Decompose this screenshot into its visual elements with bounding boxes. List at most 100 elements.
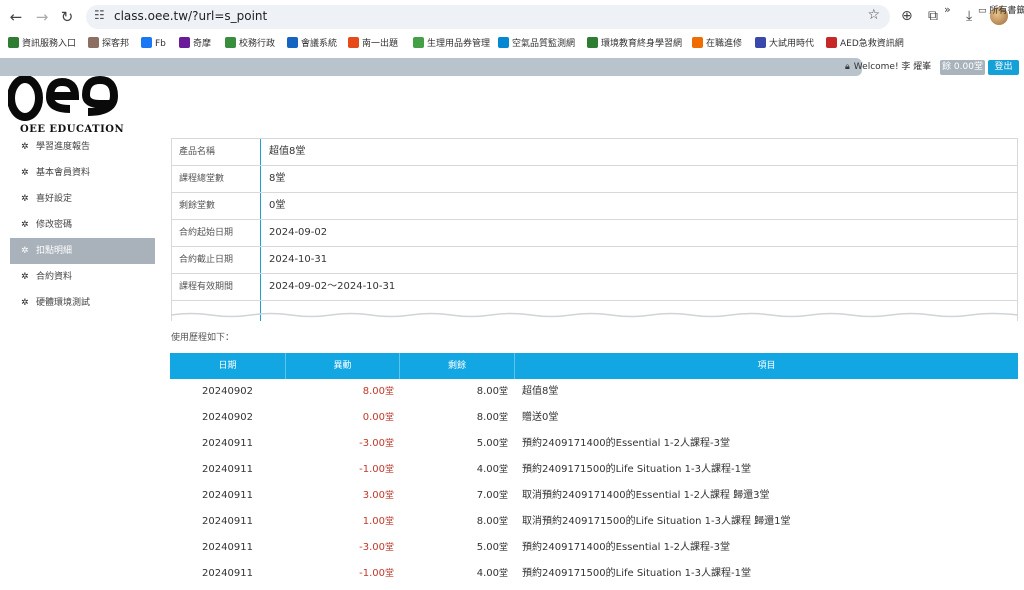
bookmark-label: 環境教育終身學習網	[601, 39, 683, 49]
cell-change-value: 8.00	[362, 386, 385, 397]
unit-label: 堂	[384, 465, 394, 475]
bookmark-item[interactable]: 校務行政	[225, 36, 275, 52]
info-key: 剩餘堂數	[172, 193, 261, 219]
site-settings-icon[interactable]: ☷	[94, 8, 105, 22]
cell-change: 0.00堂	[285, 405, 394, 431]
unit-label: 堂	[498, 543, 508, 553]
bullet-icon: ✲	[21, 168, 29, 178]
info-row: 課程有效期間 2024-09-02～2024-10-31	[171, 274, 1018, 301]
cell-item-value: 預約2409171400的Essential 1-2人課程-3堂	[522, 542, 730, 553]
sidebar-item[interactable]: ✲ 合約資料	[10, 264, 155, 290]
history-row: 20240911 -1.00堂 4.00堂 預約2409171500的Life Sit…	[170, 457, 1018, 483]
extension-icon[interactable]: ⊕	[901, 8, 913, 24]
bookmark-item[interactable]: 在職進修	[692, 36, 742, 52]
bookmark-star-icon[interactable]: ☆	[867, 7, 880, 23]
bookmark-favicon-icon	[498, 37, 509, 48]
address-bar[interactable]: ☷ class.oee.tw/?url=s_point ☆	[86, 5, 890, 29]
info-value: 2024-10-31	[269, 254, 328, 265]
cell-change: 1.00堂	[285, 509, 394, 535]
cell-balance: 8.00堂	[400, 509, 508, 535]
bookmark-item[interactable]: 空氣品質監測網	[498, 36, 575, 52]
unit-label: 堂	[384, 491, 394, 501]
col-header-balance[interactable]: 剩餘	[400, 353, 515, 379]
bookmark-item[interactable]: 南一出題	[348, 36, 398, 52]
cell-item-value: 贈送0堂	[522, 412, 559, 423]
cell-date-value: 20240911	[202, 516, 253, 527]
unit-label: 堂	[384, 387, 394, 397]
bookmark-favicon-icon	[179, 37, 190, 48]
sidebar-item-label: 扣點明細	[36, 246, 73, 256]
bullet-icon: ✲	[21, 142, 29, 152]
history-row: 20240911 -3.00堂 5.00堂 預約2409171400的Essentia…	[170, 535, 1018, 561]
bookmark-label: 校務行政	[239, 39, 276, 49]
cell-item-value: 超值8堂	[522, 386, 559, 397]
bookmark-item[interactable]: 環境教育終身學習網	[587, 36, 682, 52]
bookmark-label: 奇摩	[193, 39, 212, 49]
unit-label: 堂	[384, 543, 394, 553]
cell-change-value: -1.00	[359, 568, 385, 579]
cell-change-value: -3.00	[359, 542, 385, 553]
cell-balance-value: 5.00	[476, 438, 499, 449]
bookmark-item[interactable]: 探客邦	[88, 36, 129, 52]
cell-item: 超值8堂	[522, 379, 558, 405]
sidebar-item[interactable]: ✲ 扣點明細	[10, 238, 155, 264]
reload-icon[interactable]: ↻	[57, 7, 77, 27]
bookmark-label: 資訊服務入口	[22, 39, 77, 49]
unit-label: 堂	[384, 569, 394, 579]
bookmark-item[interactable]: 生理用品券管理	[413, 36, 490, 52]
cell-balance: 4.00堂	[400, 561, 508, 587]
history-row: 20240902 8.00堂 8.00堂 超值8堂	[170, 379, 1018, 405]
bookmark-item[interactable]: 奇摩	[179, 36, 211, 52]
info-value: 0堂	[269, 200, 286, 211]
forward-icon[interactable]: →	[32, 7, 52, 27]
cell-change: 8.00堂	[285, 379, 394, 405]
col-header-change[interactable]: 異動	[286, 353, 400, 379]
bookmark-label: 大試用時代	[769, 39, 815, 49]
cell-date: 20240911	[170, 535, 285, 561]
bookmark-item[interactable]: 大試用時代	[755, 36, 814, 52]
cell-item: 取消預約2409171500的Life Situation 1-3人課程 歸還1…	[522, 509, 791, 535]
sidebar-item-label: 喜好設定	[36, 194, 73, 204]
url-text[interactable]: class.oee.tw/?url=s_point	[114, 9, 267, 23]
logout-button[interactable]: 登出	[988, 60, 1019, 75]
sidebar-item[interactable]: ✲ 喜好設定	[10, 186, 155, 212]
all-bookmarks-label: 所有書籤	[989, 6, 1024, 16]
info-key: 合約截止日期	[172, 247, 261, 273]
bookmark-favicon-icon	[88, 37, 99, 48]
torn-edge	[171, 312, 1018, 318]
sidebar-item[interactable]: ✲ 修改密碼	[10, 212, 155, 238]
sidebar-item[interactable]: ✲ 硬體環境測試	[10, 290, 155, 316]
browser-toolbar: ← → ↻ ☷ class.oee.tw/?url=s_point ☆ ⊕ ⧉ …	[0, 0, 1024, 33]
unit-label: 堂	[498, 491, 508, 501]
cell-change-value: -1.00	[359, 464, 385, 475]
sidebar-item[interactable]: ✲ 基本會員資料	[10, 160, 155, 186]
bookmark-item[interactable]: 會議系統	[287, 36, 337, 52]
bookmark-favicon-icon	[692, 37, 703, 48]
col-header-date[interactable]: 日期	[170, 353, 286, 379]
all-bookmarks-folder[interactable]: ▭ 所有書籤	[978, 3, 1024, 19]
col-header-item[interactable]: 項目	[515, 353, 1018, 379]
cell-change: -3.00堂	[285, 535, 394, 561]
puzzle-icon[interactable]: ⧉	[928, 8, 938, 24]
unit-label: 堂	[498, 517, 508, 527]
bookmark-favicon-icon	[141, 37, 152, 48]
bookmarks-more-icon[interactable]: »	[944, 3, 951, 16]
cell-balance-value: 8.00	[476, 412, 499, 423]
cell-date-value: 20240911	[202, 568, 253, 579]
back-icon[interactable]: ←	[6, 7, 26, 27]
download-icon[interactable]: ⤓	[966, 8, 972, 24]
sidebar-item[interactable]: ✲ 學習進度報告	[10, 134, 155, 160]
info-key: 產品名稱	[172, 139, 261, 165]
bookmarks-bar: 資訊服務入口 探客邦 Fb 奇摩 校務行政 會議系統 南一出題 生理用品券管理 空氣品質監測網 環…	[0, 33, 1024, 55]
bookmark-item[interactable]: AED急救資訊網	[826, 36, 904, 52]
welcome-label: Welcome! 李 燿峯	[853, 62, 932, 72]
cell-item-value: 預約2409171500的Life Situation 1-3人課程-1堂	[522, 464, 751, 475]
bookmark-item[interactable]: Fb	[141, 36, 166, 52]
unit-label: 堂	[498, 465, 508, 475]
cell-change: -1.00堂	[285, 457, 394, 483]
unit-label: 堂	[498, 439, 508, 449]
bookmark-item[interactable]: 資訊服務入口	[8, 36, 76, 52]
cell-change: -1.00堂	[285, 561, 394, 587]
bookmark-favicon-icon	[826, 37, 837, 48]
header-bar	[0, 58, 862, 76]
